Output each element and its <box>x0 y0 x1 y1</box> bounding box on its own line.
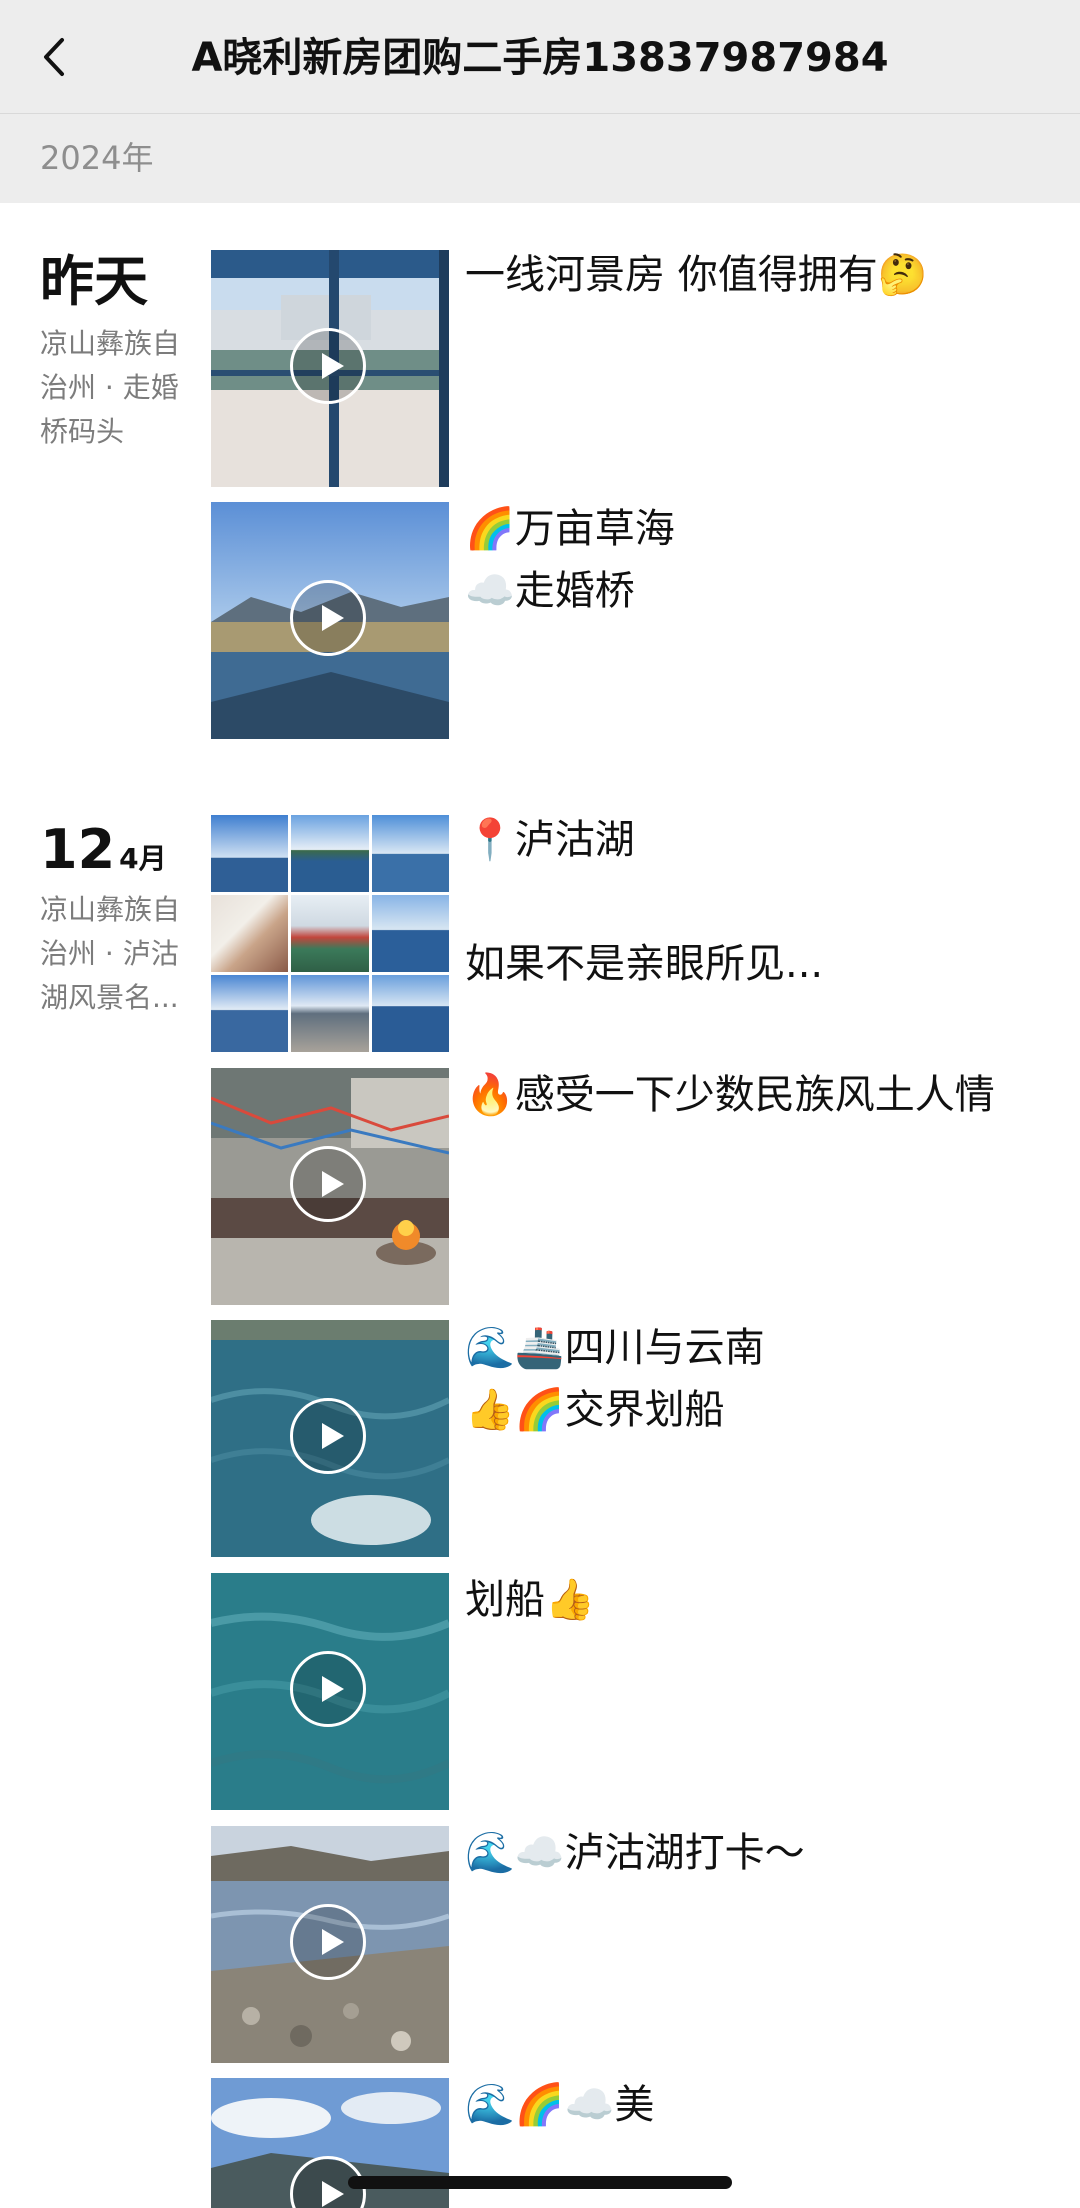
play-icon <box>290 580 366 656</box>
post-caption[interactable]: 🌊🌈☁️美 <box>465 2074 1025 2136</box>
nav-bar: A晓利新房团购二手房13837987984 <box>0 0 1080 114</box>
photo-thumbnail[interactable] <box>371 975 449 1052</box>
video-thumbnail[interactable] <box>211 1573 449 1810</box>
post-caption[interactable]: 🔥感受一下少数民族风土人情 <box>465 1064 1025 1126</box>
date-month: 4月 <box>119 842 167 875</box>
video-thumbnail[interactable] <box>211 1826 449 2063</box>
post-caption[interactable]: 划船👍 <box>465 1569 1025 1631</box>
year-label: 2024年 <box>40 139 154 177</box>
chevron-left-icon <box>44 38 64 76</box>
photo-grid[interactable] <box>211 815 449 1052</box>
play-icon <box>290 1398 366 1474</box>
photo-thumbnail[interactable] <box>211 895 289 972</box>
photo-thumbnail[interactable] <box>211 815 289 892</box>
photo-thumbnail[interactable] <box>291 895 369 972</box>
post-caption[interactable]: 一线河景房 你值得拥有🤔 <box>465 244 1025 306</box>
post-caption[interactable]: 🌊☁️泸沽湖打卡～ <box>465 1822 1025 1884</box>
date-label: 昨天 <box>40 250 148 313</box>
page-title: A晓利新房团购二手房13837987984 <box>191 35 889 81</box>
back-button[interactable] <box>38 32 78 82</box>
post-caption[interactable]: 🌈万亩草海 ☁️走婚桥 <box>465 498 1025 622</box>
photo-thumbnail[interactable] <box>371 895 449 972</box>
post-caption[interactable]: 🌊🚢四川与云南 👍🌈交界划船 <box>465 1317 1025 1441</box>
photo-thumbnail[interactable] <box>371 815 449 892</box>
photo-thumbnail[interactable] <box>291 815 369 892</box>
post-caption[interactable]: 📍泸沽湖 如果不是亲眼所见... <box>465 809 1025 995</box>
year-section-header: 2024年 <box>0 114 1080 203</box>
play-icon <box>290 328 366 404</box>
date-label: 12 4月 <box>40 820 167 889</box>
location-label: 凉山彝族自治州 · 走婚桥码头 <box>40 327 181 448</box>
photo-thumbnail[interactable] <box>211 975 289 1052</box>
video-thumbnail[interactable] <box>211 1320 449 1557</box>
video-thumbnail[interactable] <box>211 502 449 739</box>
location-label: 凉山彝族自治州 · 泸沽湖风景名... <box>40 893 181 1014</box>
play-icon <box>290 1651 366 1727</box>
play-icon <box>290 1904 366 1980</box>
video-thumbnail[interactable] <box>211 250 449 487</box>
date-day: 12 <box>40 818 116 881</box>
photo-thumbnail[interactable] <box>291 975 369 1052</box>
video-thumbnail[interactable] <box>211 1068 449 1305</box>
home-indicator[interactable] <box>348 2176 732 2189</box>
play-icon <box>290 1146 366 1222</box>
